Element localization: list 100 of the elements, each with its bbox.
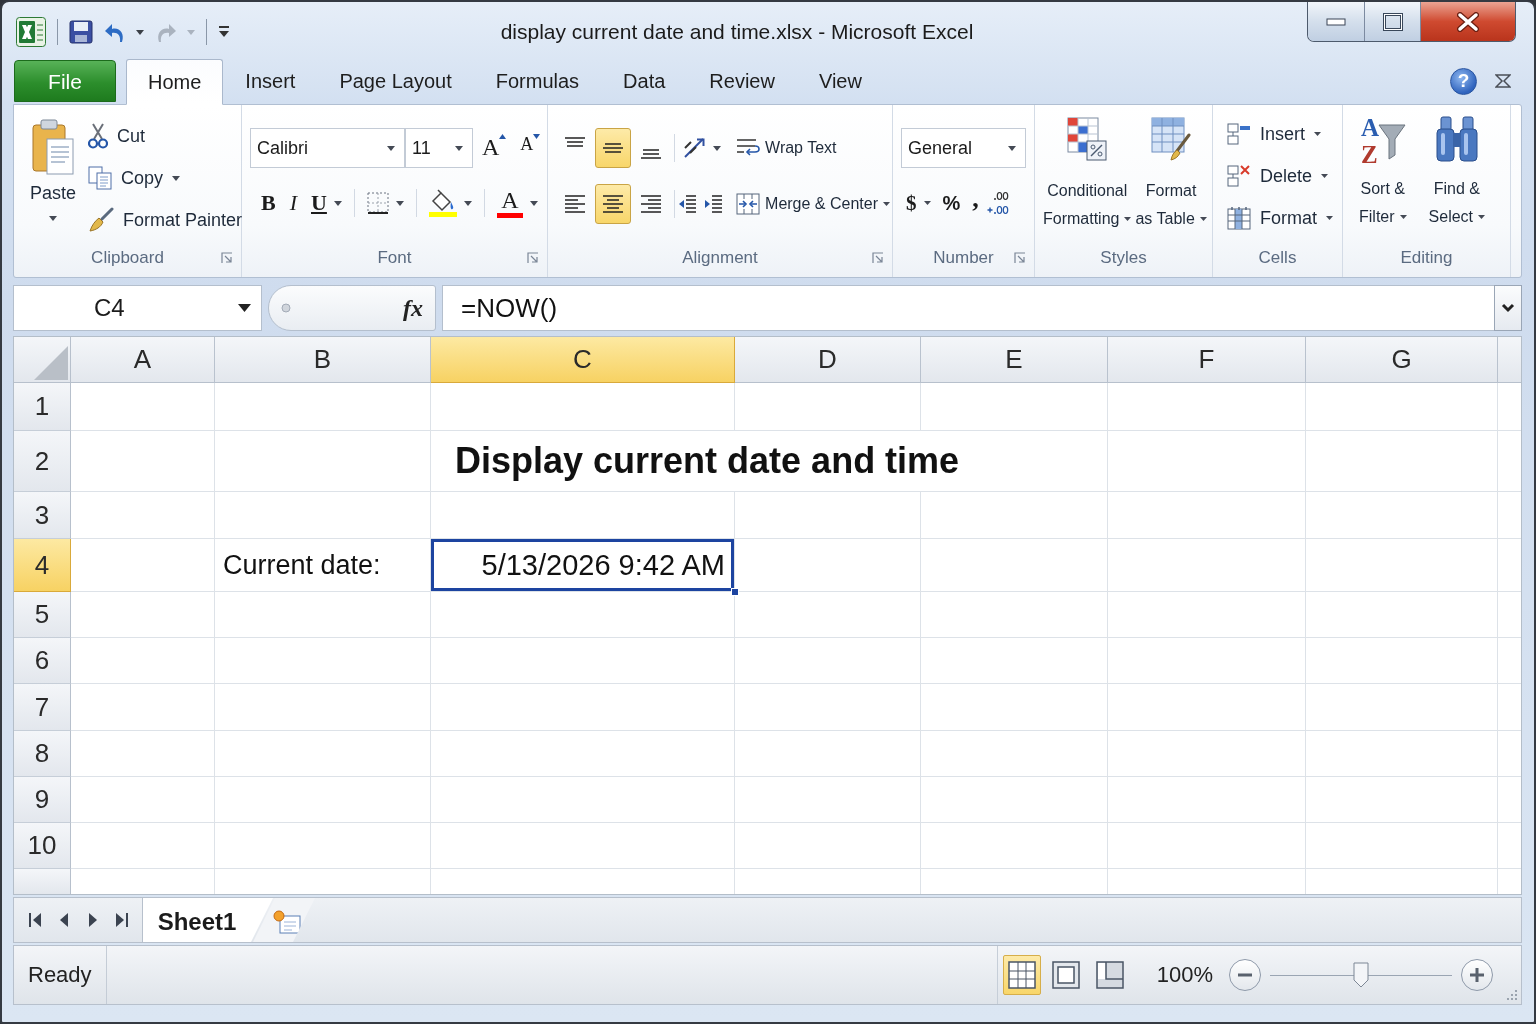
- sheet-cell[interactable]: [1108, 592, 1306, 638]
- format-as-table-button[interactable]: Format as Table: [1133, 113, 1209, 243]
- file-tab[interactable]: File: [14, 60, 116, 102]
- format-cells-button[interactable]: Format: [1223, 197, 1337, 239]
- paste-button[interactable]: Paste: [30, 115, 77, 243]
- row-header[interactable]: 10: [14, 823, 71, 869]
- sheet-cell[interactable]: [921, 684, 1108, 731]
- sheet-cell[interactable]: [921, 383, 1108, 431]
- copy-button[interactable]: Copy: [84, 157, 247, 199]
- sheet-cell[interactable]: [735, 731, 921, 777]
- comma-button[interactable]: ,: [967, 185, 984, 221]
- sheet-cell[interactable]: [921, 539, 1108, 592]
- ribbon-tab[interactable]: Review: [687, 58, 797, 104]
- dialog-launcher-button[interactable]: [525, 250, 541, 266]
- delete-cells-button[interactable]: Delete: [1223, 155, 1337, 197]
- sheet-cell[interactable]: [71, 592, 215, 638]
- sheet-cell[interactable]: [921, 592, 1108, 638]
- row-header[interactable]: 1: [14, 383, 71, 431]
- ribbon-tab[interactable]: Home: [126, 59, 224, 105]
- row-header[interactable]: 7: [14, 684, 71, 731]
- sheet-cell[interactable]: [215, 383, 431, 431]
- format-painter-button[interactable]: Format Painter: [84, 199, 247, 241]
- align-middle-button[interactable]: [595, 128, 631, 168]
- sheet-cell[interactable]: Current date:: [215, 539, 431, 592]
- sheet-cell[interactable]: [1108, 383, 1306, 431]
- sheet-cell[interactable]: [71, 431, 215, 492]
- row-header[interactable]: 6: [14, 638, 71, 684]
- bold-button[interactable]: B: [256, 185, 281, 221]
- sheet-cell[interactable]: [735, 823, 921, 869]
- grow-font-button[interactable]: A: [477, 130, 512, 166]
- align-center-button[interactable]: [595, 184, 631, 224]
- sheet-cell[interactable]: [1108, 731, 1306, 777]
- ribbon-tab[interactable]: Formulas: [473, 58, 602, 104]
- formula-field[interactable]: =NOW(): [442, 285, 1494, 331]
- merge-center-button[interactable]: Merge & Center: [734, 184, 892, 224]
- slider-thumb[interactable]: [1353, 962, 1369, 988]
- sheet-cell[interactable]: [431, 492, 735, 539]
- decrease-indent-button[interactable]: [678, 194, 698, 214]
- expand-formula-button[interactable]: [1494, 285, 1522, 331]
- sheet-cell[interactable]: [215, 684, 431, 731]
- row-header[interactable]: [14, 869, 71, 894]
- increase-indent-button[interactable]: [704, 194, 724, 214]
- maximize-button[interactable]: [1365, 2, 1421, 41]
- sort-filter-button[interactable]: A Z Sort & Filter: [1357, 111, 1409, 243]
- sheet-cell[interactable]: [215, 777, 431, 823]
- name-box[interactable]: C4: [13, 285, 262, 331]
- sheet-cell[interactable]: [215, 638, 431, 684]
- sheet-cell[interactable]: [215, 731, 431, 777]
- sheet-cell[interactable]: [431, 684, 735, 731]
- shrink-font-button[interactable]: A: [515, 130, 546, 166]
- sheet-cell[interactable]: [71, 492, 215, 539]
- ribbon-tab[interactable]: Insert: [223, 58, 318, 104]
- sheet-cell[interactable]: [921, 777, 1108, 823]
- sheet-cell[interactable]: [431, 383, 735, 431]
- sheet-cell[interactable]: [71, 777, 215, 823]
- sheet-cell[interactable]: [1108, 684, 1306, 731]
- row-header[interactable]: 8: [14, 731, 71, 777]
- save-button[interactable]: [69, 17, 93, 47]
- minimize-ribbon-button[interactable]: [1493, 72, 1513, 90]
- sheet-cell[interactable]: [1108, 638, 1306, 684]
- zoom-in-button[interactable]: [1461, 959, 1493, 991]
- select-all-button[interactable]: [14, 337, 71, 383]
- row-header[interactable]: 3: [14, 492, 71, 539]
- insert-function-button[interactable]: fx: [401, 294, 425, 322]
- spreadsheet-logo-icon[interactable]: [16, 17, 46, 47]
- column-header[interactable]: E: [921, 337, 1108, 383]
- sheet-cell[interactable]: [735, 492, 921, 539]
- sheet-cell[interactable]: [71, 823, 215, 869]
- number-format-dropdown[interactable]: General: [901, 128, 1026, 168]
- row-header[interactable]: 4: [14, 539, 71, 592]
- sheet-cell[interactable]: [71, 539, 215, 592]
- sheet-cell[interactable]: [1108, 492, 1306, 539]
- sheet-cell[interactable]: [71, 731, 215, 777]
- sheet-cell[interactable]: [1306, 492, 1498, 539]
- sheet-cell[interactable]: [431, 731, 735, 777]
- font-color-button[interactable]: A: [491, 185, 543, 221]
- sheet-cell[interactable]: [921, 638, 1108, 684]
- sheet-cell[interactable]: [735, 777, 921, 823]
- sheet-cell[interactable]: [71, 684, 215, 731]
- sheet-cell[interactable]: [71, 638, 215, 684]
- sheet-cell[interactable]: [215, 592, 431, 638]
- column-header[interactable]: B: [215, 337, 431, 383]
- sheet-cell[interactable]: [1108, 777, 1306, 823]
- underline-button[interactable]: U: [306, 185, 347, 221]
- sheet-cell[interactable]: [921, 731, 1108, 777]
- sheet-cell[interactable]: [1306, 731, 1498, 777]
- currency-button[interactable]: $: [901, 185, 936, 221]
- sheet-cell[interactable]: [735, 592, 921, 638]
- sheet-cell[interactable]: [1306, 638, 1498, 684]
- sheet-cell[interactable]: [735, 383, 921, 431]
- sheet-cell[interactable]: [921, 823, 1108, 869]
- font-size-dropdown[interactable]: 11: [405, 128, 473, 168]
- percent-button[interactable]: %: [937, 185, 966, 221]
- row-header[interactable]: 2: [14, 431, 71, 492]
- column-header[interactable]: A: [71, 337, 215, 383]
- dialog-launcher-button[interactable]: [219, 250, 235, 266]
- sheet-cell[interactable]: [431, 638, 735, 684]
- wrap-text-button[interactable]: Wrap Text: [734, 128, 892, 168]
- sheet-cell[interactable]: [1306, 684, 1498, 731]
- row-header[interactable]: 5: [14, 592, 71, 638]
